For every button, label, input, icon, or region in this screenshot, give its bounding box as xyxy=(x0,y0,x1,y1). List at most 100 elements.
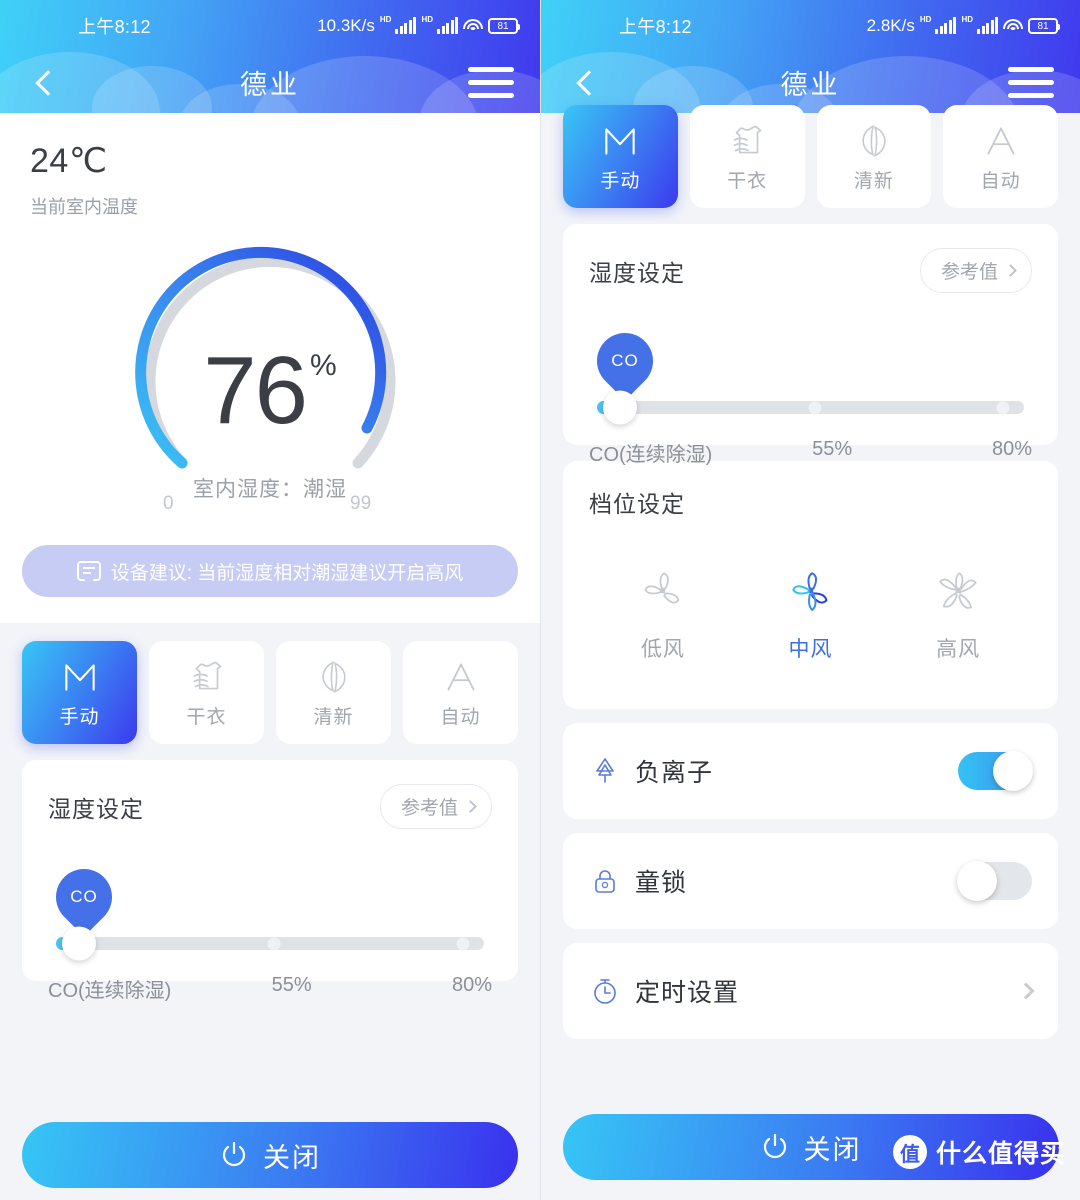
gauge-min-label: 0 xyxy=(163,493,174,514)
child-lock-row-left: 童锁 xyxy=(589,863,687,899)
fan-high-icon xyxy=(929,565,987,617)
child-lock-icon xyxy=(589,865,621,897)
slider-track[interactable] xyxy=(56,937,484,950)
left-phone-screen: 上午8:12 10.3K/s HD HD 81 德业 24℃ 当前室内温度 76… xyxy=(0,0,540,1200)
child-lock-row[interactable]: 童锁 xyxy=(563,833,1058,929)
fan-speed-high[interactable]: 高风 xyxy=(884,565,1032,663)
mode-tab-auto[interactable]: 自动 xyxy=(943,105,1058,208)
power-off-button[interactable]: 关闭 xyxy=(22,1122,518,1188)
wifi-icon xyxy=(463,18,483,34)
current-temperature-label: 当前室内温度 xyxy=(30,197,138,217)
fan-low-icon xyxy=(634,565,692,617)
mode-tab-manual[interactable]: 手动 xyxy=(22,641,137,744)
fan-medium-icon xyxy=(782,565,840,617)
slider-pin-label: CO xyxy=(70,887,98,906)
mode-label: 干衣 xyxy=(727,171,768,192)
humidity-gauge: 76% 室内湿度：潮湿 0 99 xyxy=(0,235,540,535)
humidity-slider[interactable]: CO CO(连续除湿) 55% 80% xyxy=(585,321,1032,466)
humidity-slider[interactable]: CO CO(连续除湿) 55% 80% xyxy=(44,857,492,1002)
fresh-leaf-icon xyxy=(311,656,357,698)
fan-speed-medium[interactable]: 中风 xyxy=(737,565,885,663)
network-speed: 2.8K/s xyxy=(866,16,915,35)
back-button[interactable] xyxy=(567,64,605,102)
signal-bars-2-icon xyxy=(977,17,998,34)
hamburger-menu-icon[interactable] xyxy=(1008,67,1054,98)
fresh-leaf-icon xyxy=(851,120,897,162)
hamburger-menu-icon[interactable] xyxy=(468,67,514,98)
hd-label-2: HD xyxy=(961,15,973,24)
wifi-icon xyxy=(1003,18,1023,34)
card-title: 档位设定 xyxy=(589,491,685,517)
left-power-bar: 关闭 xyxy=(0,1110,540,1200)
left-header: 上午8:12 10.3K/s HD HD 81 德业 xyxy=(0,0,540,113)
dual-screenshot: 上午8:12 10.3K/s HD HD 81 德业 24℃ 当前室内温度 76… xyxy=(0,0,1080,1200)
watermark: 值 什么值得买 xyxy=(892,1134,1066,1170)
message-icon xyxy=(76,561,101,586)
slider-label-80: 80% xyxy=(991,438,1032,460)
slider-label-80: 80% xyxy=(451,974,492,996)
mode-tab-dry-clothes[interactable]: 干衣 xyxy=(149,641,264,744)
slider-track[interactable] xyxy=(597,401,1024,414)
slider-tick-dot xyxy=(808,401,822,414)
child-lock-label: 童锁 xyxy=(635,869,688,897)
reference-value-button[interactable]: 参考值 xyxy=(379,784,492,829)
signal-bars-icon xyxy=(935,17,957,34)
slider-tick-dot xyxy=(456,937,470,950)
fan-label: 中风 xyxy=(788,638,833,661)
battery-icon: 81 xyxy=(488,18,520,34)
card-title: 湿度设定 xyxy=(48,795,144,822)
anion-row[interactable]: 负离子 xyxy=(563,723,1058,819)
humidity-unit: % xyxy=(310,349,337,382)
slider-thumb[interactable] xyxy=(603,390,637,425)
child-lock-toggle[interactable] xyxy=(957,861,1032,901)
page-title: 德业 xyxy=(780,70,841,100)
fan-label: 高风 xyxy=(936,638,981,661)
hd-label-1: HD xyxy=(919,15,932,24)
device-suggestion-banner: 设备建议: 当前湿度相对潮湿建议开启高风 xyxy=(22,545,518,597)
mode-label: 清新 xyxy=(313,707,354,728)
anion-toggle[interactable] xyxy=(958,751,1033,791)
anion-tree-icon xyxy=(589,755,621,787)
manual-m-icon xyxy=(597,120,643,162)
page-title: 德业 xyxy=(240,70,300,100)
slider-pin-label: CO xyxy=(611,351,639,370)
timer-settings-row[interactable]: 定时设置 xyxy=(563,943,1058,1039)
watermark-text: 什么值得买 xyxy=(935,1140,1066,1168)
mode-tab-auto[interactable]: 自动 xyxy=(403,641,518,744)
timer-row-left: 定时设置 xyxy=(589,973,739,1009)
slider-pin-badge: CO xyxy=(44,857,124,937)
reference-value-label: 参考值 xyxy=(940,262,998,283)
mode-tab-manual[interactable]: 手动 xyxy=(563,105,678,208)
reference-value-button[interactable]: 参考值 xyxy=(919,248,1032,293)
back-button[interactable] xyxy=(26,64,64,102)
slider-tick-labels: CO(连续除湿) 55% 80% xyxy=(48,974,492,1003)
mode-tab-fresh[interactable]: 清新 xyxy=(816,105,932,208)
status-indicators: 2.8K/s HD HD 81 xyxy=(866,15,1060,36)
overview-card: 24℃ 当前室内温度 76 % 室内湿度：潮湿 0 99 设备建议: 当前湿度相… xyxy=(0,113,540,623)
hd-label-1: HD xyxy=(379,15,392,24)
mode-tab-fresh[interactable]: 清新 xyxy=(276,641,391,744)
right-humidity-card: 湿度设定 参考值 CO CO(连续除湿) 55% 80% xyxy=(563,224,1058,466)
manual-m-icon xyxy=(57,656,103,698)
left-body: 24℃ 当前室内温度 76 % 室内湿度：潮湿 0 99 设备建议: 当前湿度相… xyxy=(0,113,540,1200)
left-mode-tabs: 手动 干衣 清新 自动 xyxy=(0,623,540,744)
mode-label: 手动 xyxy=(600,171,641,192)
power-off-label: 关闭 xyxy=(263,1142,321,1173)
power-icon xyxy=(760,1132,790,1162)
mode-label: 自动 xyxy=(440,707,481,728)
right-status-bar: 上午8:12 2.8K/s HD HD 81 xyxy=(541,0,1080,52)
mode-tab-dry-clothes[interactable]: 干衣 xyxy=(689,105,805,208)
fan-speed-low[interactable]: 低风 xyxy=(589,565,737,663)
watermark-badge: 值 xyxy=(892,1135,927,1169)
slider-thumb[interactable] xyxy=(62,926,96,961)
mode-label: 自动 xyxy=(980,171,1021,192)
dry-clothes-icon xyxy=(724,120,770,162)
timer-icon xyxy=(589,975,621,1007)
fan-speed-card: 档位设定 低风 中风 高风 xyxy=(563,461,1058,709)
timer-label: 定时设置 xyxy=(635,979,740,1007)
left-humidity-card: 湿度设定 参考值 CO CO(连续除湿) 55% 80% xyxy=(22,760,518,1002)
card-header: 档位设定 xyxy=(589,485,1032,519)
slider-label-co: CO(连续除湿) xyxy=(48,980,172,1002)
mode-label: 干衣 xyxy=(186,707,227,728)
dry-clothes-icon xyxy=(184,656,230,698)
